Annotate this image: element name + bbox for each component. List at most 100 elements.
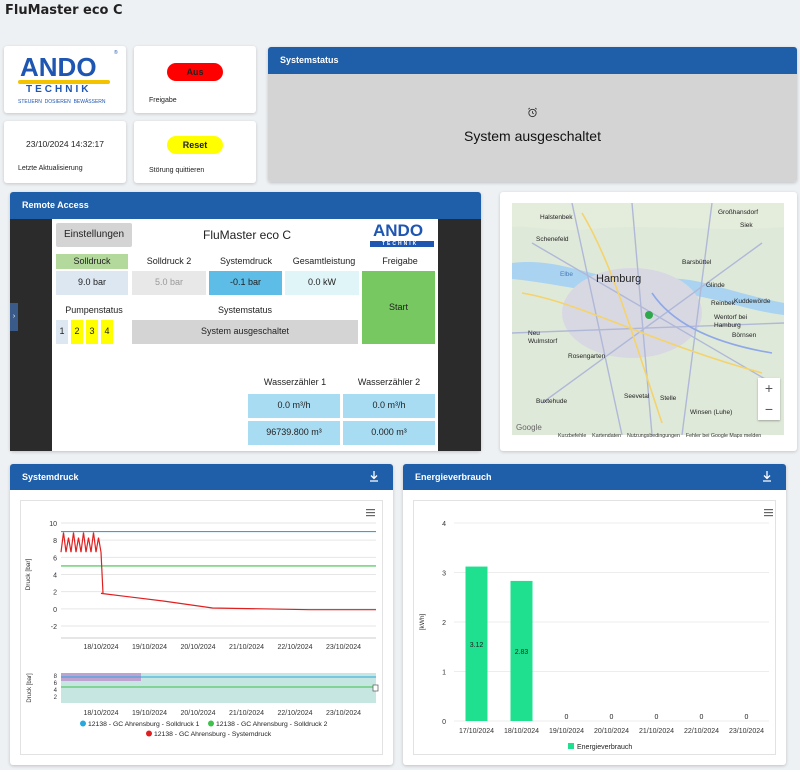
chart-menu-icon[interactable] xyxy=(366,509,375,517)
map-place-wentorf: Wentorf bei Hamburg xyxy=(714,314,748,329)
navigator-y-tick: 4 xyxy=(54,688,58,694)
x-tick-label: 21/10/2024 xyxy=(639,728,674,735)
hmi-ando-logo: ANDO TECHNIK xyxy=(370,221,436,249)
y-tick-label: 10 xyxy=(49,521,57,528)
logo-main-text: ANDO xyxy=(20,52,97,82)
map-data-link[interactable]: Kartendaten xyxy=(592,433,621,439)
map-place-glinde: Glinde xyxy=(706,282,725,289)
hmi-view: Einstellungen FluMaster eco C ANDO TECHN… xyxy=(52,219,438,451)
wasserzaehler1-total: 96739.800 m³ xyxy=(248,421,340,445)
gesamtleistung-value: 0.0 kW xyxy=(285,271,359,295)
hmi-device-title: FluMaster eco C xyxy=(202,228,292,242)
systemdruck-header: Systemdruck xyxy=(219,256,272,266)
reset-button[interactable]: Reset xyxy=(167,136,223,154)
y-tick-label: 2 xyxy=(53,590,57,597)
y-tick-label: 6 xyxy=(53,555,57,562)
remote-side-handle[interactable]: › xyxy=(10,303,18,331)
remote-screen[interactable]: › Einstellungen FluMaster eco C ANDO TEC… xyxy=(10,219,481,451)
download-icon[interactable] xyxy=(760,469,774,483)
x-tick-label: 22/10/2024 xyxy=(684,728,719,735)
solldruck2-value[interactable]: 5.0 bar xyxy=(132,271,206,295)
map-zoom-in-button[interactable]: + xyxy=(758,378,780,399)
reset-tile: Reset Störung quittieren xyxy=(134,121,256,183)
map-shortcuts-link[interactable]: Kurzbefehle xyxy=(558,433,586,439)
y-tick-label: 1 xyxy=(442,670,446,677)
systemdruck-chart: 10 8 6 4 2 0 -2 Druck [bar] 18/10/2024 19/10/2024… xyxy=(20,500,383,755)
systemdruck-title: Systemdruck xyxy=(22,472,79,482)
x-tick-label: 20/10/2024 xyxy=(594,728,629,735)
bar-value-label: 3.12 xyxy=(470,642,484,649)
map-place-barsbuettel: Barsbüttel xyxy=(682,259,712,266)
menu-line xyxy=(366,509,375,511)
map-place-kuddewoerde: Kuddewörde xyxy=(734,298,771,305)
map-place-neu-wulmstorf: Neu Wulmstorf xyxy=(528,330,558,345)
x-tick-label: 22/10/2024 xyxy=(277,644,312,651)
y-axis-label: [kWh] xyxy=(419,614,426,631)
map-place-reinbek: Reinbek xyxy=(711,300,735,307)
map-place-boernsen: Börnsen xyxy=(732,332,757,339)
freigabe-toggle-button[interactable]: Aus xyxy=(167,63,223,81)
menu-line xyxy=(366,515,375,517)
einstellungen-button[interactable]: Einstellungen xyxy=(56,223,132,247)
freigabe-tile: Aus Freigabe xyxy=(134,46,256,113)
energieverbrauch-title: Energieverbrauch xyxy=(415,472,492,482)
menu-line xyxy=(764,512,773,514)
x-tick-label: 18/10/2024 xyxy=(504,728,539,735)
legend-marker xyxy=(208,720,214,727)
map-place-schenefeld: Schenefeld xyxy=(536,236,569,243)
hmi-logo-main: ANDO xyxy=(373,221,424,240)
y-tick-label: 8 xyxy=(53,538,57,545)
y-tick-label: 4 xyxy=(442,521,446,528)
logo-sub-text: TECHNIK xyxy=(26,84,92,95)
x-tick-label: 17/10/2024 xyxy=(459,728,494,735)
logo-tile: ANDO TECHNIK STEUERN DOSIEREN BEWÄSSERN … xyxy=(4,46,126,113)
bar-value-label: 0 xyxy=(565,714,569,721)
systemstatus-hmi-value: System ausgeschaltet xyxy=(132,320,358,344)
map-place-halstenbek: Halstenbek xyxy=(540,214,573,221)
y-tick-label: 4 xyxy=(53,573,57,580)
map-zoom-out-button[interactable]: − xyxy=(758,399,780,420)
systemstatus-panel: Systemstatus System ausgeschaltet xyxy=(268,47,797,182)
pump-indicators: 1234 xyxy=(56,320,120,344)
systemstatus-title: Systemstatus xyxy=(280,55,339,65)
x-tick-label: 23/10/2024 xyxy=(729,728,764,735)
energie-chart-svg: 4 3 2 1 0 [kWh] 3.12 17/10/2024 2.83 18/10/2024 0 1… xyxy=(419,509,773,751)
legend-label: 12138 - GC Ahrensburg - Systemdruck xyxy=(154,731,272,738)
systemstatus-hmi-label: Systemstatus xyxy=(217,305,273,315)
registered-mark: ® xyxy=(114,50,118,56)
google-logo: Google xyxy=(516,423,542,432)
last-update-label: Letzte Aktualisierung xyxy=(18,165,83,172)
navigator-x-tick: 20/10/2024 xyxy=(180,710,215,717)
solldruck-value[interactable]: 9.0 bar xyxy=(56,271,128,295)
start-button[interactable]: Start xyxy=(362,271,435,344)
logo-tagline: STEUERN DOSIEREN BEWÄSSERN xyxy=(18,99,106,105)
legend-label: 12138 - GC Ahrensburg - Solldruck 1 xyxy=(88,721,200,728)
chart-menu-icon[interactable] xyxy=(764,509,773,517)
download-icon[interactable] xyxy=(367,469,381,483)
pumpenstatus-label: Pumpenstatus xyxy=(65,305,123,315)
systemstatus-text: System ausgeschaltet xyxy=(464,128,601,144)
bar-value-label: 0 xyxy=(610,714,614,721)
solldruck2-header: Solldruck 2 xyxy=(146,256,192,266)
legend-marker xyxy=(146,730,152,737)
map-report-link[interactable]: Fehler bei Google Maps melden xyxy=(686,433,761,439)
systemdruck-header: Systemdruck xyxy=(10,464,393,490)
energieverbrauch-panel: Energieverbrauch 4 3 2 1 0 [kWh] 3.12 17/10/202… xyxy=(403,464,786,765)
systemdruck-value: -0.1 bar xyxy=(209,271,282,295)
x-tick-label: 19/10/2024 xyxy=(549,728,584,735)
wasserzaehler2-flow: 0.0 m³/h xyxy=(343,394,435,418)
pump-3-indicator: 3 xyxy=(86,320,98,344)
reset-label: Störung quittieren xyxy=(149,167,205,174)
map-place-grosshansdorf: Großhansdorf xyxy=(718,209,759,216)
navigator-y-tick: 8 xyxy=(54,674,58,680)
bar-value-label: 0 xyxy=(700,714,704,721)
map-place-rosengarten: Rosengarten xyxy=(568,353,606,360)
map-place-elbe: Elbe xyxy=(560,271,574,278)
map-terms-link[interactable]: Nutzungsbedingungen xyxy=(627,433,680,439)
legend-marker xyxy=(80,720,86,727)
series-line xyxy=(60,532,376,611)
y-axis-label: Druck [bar] xyxy=(25,558,32,590)
map-place-winsen: Winsen (Luhe) xyxy=(690,409,733,416)
navigator-y-tick: 6 xyxy=(54,681,58,687)
map-view[interactable]: Halstenbek Schenefeld Hamburg Barsbüttel… xyxy=(512,203,784,435)
